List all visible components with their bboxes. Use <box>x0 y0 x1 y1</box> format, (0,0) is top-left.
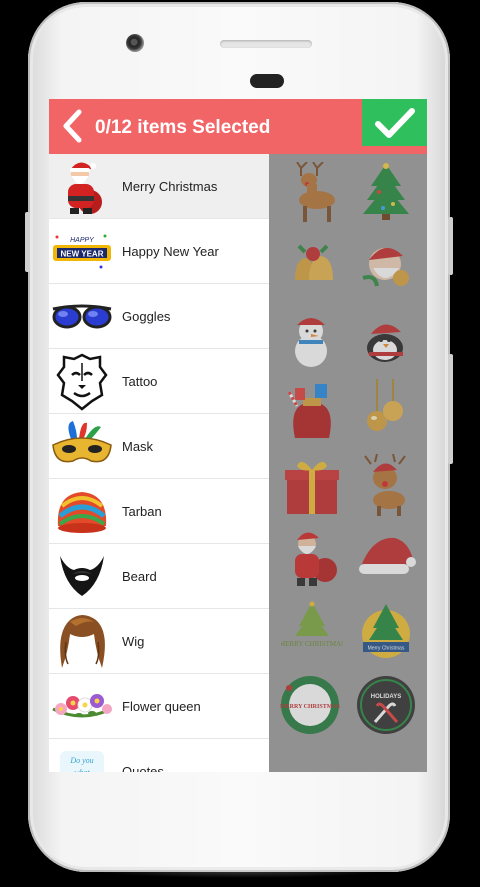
category-list: Merry Christmas NEW YEAR HAPPY Happy New… <box>49 154 269 772</box>
category-item-mask[interactable]: Mask <box>49 414 269 479</box>
back-button[interactable] <box>57 109 87 143</box>
new-year-banner-icon: NEW YEAR HAPPY <box>49 219 115 283</box>
bells-sticker[interactable] <box>281 234 343 296</box>
category-label: Goggles <box>122 308 171 324</box>
sticker-grid: MERRY CHRISTMAS Merry Christmas MERRY CH… <box>269 154 427 772</box>
category-label: Happy New Year <box>122 243 219 259</box>
chevron-left-icon <box>63 109 82 143</box>
quote-icon: Do you what makes <box>49 739 115 772</box>
santa-sack-sticker[interactable] <box>281 526 343 588</box>
svg-text:what: what <box>74 768 90 772</box>
beard-icon <box>49 544 115 608</box>
sticker-text: MERRY CHRISTMAS <box>280 704 341 710</box>
svg-text:HAPPY: HAPPY <box>70 237 95 244</box>
turban-icon <box>49 479 115 543</box>
category-label: Beard <box>122 568 157 584</box>
sticker-text: MERRY CHRISTMAS <box>281 640 343 648</box>
proximity-sensor <box>250 74 284 88</box>
santa-icon <box>49 154 115 218</box>
category-item-tarban[interactable]: Tarban <box>49 479 269 544</box>
confirm-button[interactable] <box>362 99 427 146</box>
svg-text:NEW YEAR: NEW YEAR <box>61 250 104 259</box>
earpiece-speaker <box>220 40 312 48</box>
app-screen: 0/12 items Selected Merry Christmas NEW … <box>49 99 427 772</box>
gift-sack-sticker[interactable] <box>281 382 343 444</box>
santa-bells-sticker[interactable] <box>355 234 417 296</box>
goggles-icon <box>49 284 115 348</box>
category-item-goggles[interactable]: Goggles <box>49 284 269 349</box>
power-button <box>448 217 453 275</box>
christmas-tree-sticker[interactable] <box>355 160 417 222</box>
category-label: Tattoo <box>122 373 158 389</box>
category-label: Wig <box>122 633 145 649</box>
category-item-quotes[interactable]: Do you what makes Quotes <box>49 739 269 772</box>
sticker-text: HOLIDAYS <box>371 694 401 700</box>
category-label: Flower queen <box>122 698 201 714</box>
gift-box-sticker[interactable] <box>281 454 343 516</box>
category-item-happy-new-year[interactable]: NEW YEAR HAPPY Happy New Year <box>49 219 269 284</box>
reindeer-sticker[interactable] <box>281 162 343 224</box>
side-button <box>448 354 453 464</box>
category-label: Tarban <box>122 503 162 519</box>
tree-badge-sticker[interactable]: Merry Christmas <box>355 600 417 662</box>
sticker-text: Merry Christmas <box>368 646 405 652</box>
wig-icon <box>49 609 115 673</box>
penguin-sticker[interactable] <box>355 312 417 374</box>
category-item-flower-queen[interactable]: Flower queen <box>49 674 269 739</box>
category-item-tattoo[interactable]: Tattoo <box>49 349 269 414</box>
merry-christmas-wreath-sticker[interactable]: MERRY CHRISTMAS <box>279 674 341 736</box>
category-label: Quotes <box>122 763 164 773</box>
category-item-merry-christmas[interactable]: Merry Christmas <box>49 154 269 219</box>
page-title: 0/12 items Selected <box>95 117 271 138</box>
category-item-beard[interactable]: Beard <box>49 544 269 609</box>
category-label: Merry Christmas <box>122 178 218 194</box>
volume-button <box>25 212 30 272</box>
category-item-wig[interactable]: Wig <box>49 609 269 674</box>
santa-hat-sticker[interactable] <box>355 526 417 588</box>
top-bar: 0/12 items Selected <box>49 99 427 154</box>
checkmark-icon <box>374 107 415 138</box>
flower-crown-icon <box>49 674 115 738</box>
holiday-candy-cane-badge-sticker[interactable]: HOLIDAYS <box>355 674 417 736</box>
carnival-mask-icon <box>49 414 115 478</box>
lion-tattoo-icon <box>49 349 115 413</box>
ornaments-sticker[interactable] <box>355 379 417 441</box>
svg-text:Do you: Do you <box>69 756 93 765</box>
snowman-sticker[interactable] <box>281 309 343 371</box>
category-label: Mask <box>122 438 154 454</box>
front-camera <box>126 34 144 52</box>
reindeer-hat-sticker[interactable] <box>355 454 417 516</box>
merry-christmas-tree-text-sticker[interactable]: MERRY CHRISTMAS <box>281 600 343 662</box>
